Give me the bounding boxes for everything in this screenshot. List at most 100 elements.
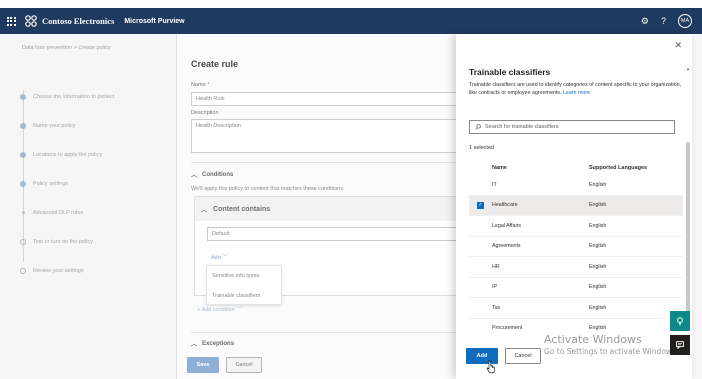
plus-icon: + — [197, 307, 201, 313]
table-row[interactable]: ✓ Healthcare English — [469, 195, 683, 216]
contoso-logo-icon — [25, 15, 37, 27]
cancel-button[interactable]: Cancel — [226, 357, 262, 373]
conditions-description: We'll apply this policy to content that … — [191, 186, 345, 192]
watermark-title: Activate Windows — [544, 333, 642, 346]
classifier-language: English — [589, 304, 607, 311]
table-row[interactable]: ✓AgreementsEnglish — [469, 237, 683, 257]
rule-name-field[interactable]: Health Rule — [191, 92, 461, 106]
step-label: Advanced DLP rules — [33, 209, 84, 216]
table-row[interactable]: ✓IPEnglish — [469, 278, 683, 298]
add-condition-label: Add condition — [201, 307, 235, 313]
product-name[interactable]: Microsoft Purview — [124, 18, 184, 25]
lightbulb-icon — [677, 316, 683, 325]
wizard-substep[interactable]: Advanced DLP rules — [20, 198, 180, 227]
row-checkbox-cell[interactable]: ✓ — [469, 201, 492, 209]
table-row[interactable]: ✓TaxEnglish — [469, 298, 683, 319]
app-launcher-icon[interactable] — [0, 8, 22, 34]
cancel-button[interactable]: Cancel — [505, 348, 541, 364]
name-label: Name * — [191, 82, 210, 88]
wizard-step[interactable]: Test or turn on the policy — [20, 227, 180, 256]
selected-count: 1 selected — [469, 145, 495, 151]
chevron-up-icon: ︿ — [191, 173, 198, 179]
classifier-language: English — [589, 284, 607, 291]
add-dropdown-button[interactable]: Add ﹀ — [211, 253, 228, 261]
help-assistant-button[interactable] — [670, 311, 690, 331]
classifier-name: IP — [492, 284, 498, 291]
menu-item-trainable-classifiers[interactable]: Trainable classifiers — [207, 286, 281, 306]
avatar[interactable]: MA — [678, 14, 692, 28]
divider — [191, 332, 457, 333]
table-row[interactable]: ✓ITEnglish — [469, 175, 683, 196]
org-name[interactable]: Contoso Electronics — [42, 16, 114, 26]
column-header-name[interactable]: Name — [492, 165, 589, 171]
wizard-steps: Choose the information to protect Name y… — [20, 82, 180, 285]
feedback-button[interactable] — [670, 335, 690, 355]
classifier-language: English — [589, 181, 607, 188]
classifier-language: English — [589, 222, 607, 229]
search-icon — [475, 124, 481, 130]
step-label: Test or turn on the policy — [33, 238, 93, 245]
column-header-languages[interactable]: Supported Languages — [589, 165, 683, 171]
description-label: Description — [191, 110, 219, 116]
classifier-name: Legal Affairs — [492, 222, 522, 229]
wizard-step[interactable]: Choose the information to protect — [20, 82, 180, 111]
scrollbar-thumb[interactable] — [686, 142, 690, 312]
step-label: Choose the information to protect — [33, 93, 115, 100]
classifier-name: HR — [492, 263, 500, 270]
content-contains-label: Content contains — [213, 205, 271, 213]
search-input[interactable]: Search for trainable classifiers — [469, 120, 675, 134]
wizard-step[interactable]: Locations to apply the policy — [20, 140, 180, 169]
save-button[interactable]: Save — [187, 357, 219, 373]
classifier-language: English — [589, 202, 607, 209]
add-label: Add — [211, 255, 221, 261]
learn-more-link[interactable]: Learn more — [563, 90, 590, 96]
search-placeholder: Search for trainable classifiers — [485, 124, 559, 130]
chevron-down-icon: ﹀ — [222, 255, 228, 261]
table-row[interactable]: ✓Legal AffairsEnglish — [469, 216, 683, 237]
step-todo-icon — [20, 238, 26, 245]
add-condition-button[interactable]: + Add condition ﹀ — [197, 305, 242, 313]
trainable-classifiers-panel: ✕ Trainable classifiers Trainable classi… — [456, 34, 692, 379]
classifiers-table: Name Supported Languages ✓ITEnglish✓Heal… — [469, 161, 683, 339]
watermark-subtitle: Go to Settings to activate Windows. — [544, 347, 679, 356]
activate-windows-watermark: Activate Windows Go to Settings to activ… — [544, 333, 678, 356]
step-label: Name your policy — [33, 122, 76, 129]
classifier-language: English — [589, 243, 607, 250]
wizard-step[interactable]: Name your policy — [20, 111, 180, 140]
group-name-input[interactable]: Default — [207, 227, 465, 241]
step-done-icon — [20, 151, 26, 158]
wizard-step[interactable]: Policy settings — [20, 169, 180, 198]
close-icon[interactable]: ✕ — [674, 40, 682, 51]
substep-icon — [21, 211, 25, 214]
help-icon[interactable]: ? — [661, 16, 666, 26]
classifier-name: Healthcare — [492, 202, 518, 209]
checkbox[interactable]: ✓ — [477, 201, 484, 209]
rule-description-field[interactable]: Health Description — [191, 119, 461, 153]
exceptions-header-label: Exceptions — [202, 340, 235, 347]
table-header: Name Supported Languages — [469, 161, 683, 175]
classifier-name: IT — [492, 181, 497, 188]
step-done-icon — [20, 122, 26, 129]
menu-item-sensitive-info-types[interactable]: Sensitive info types — [207, 266, 281, 286]
classifier-name: Tax — [492, 304, 501, 311]
scroll-up-icon[interactable]: ▲ — [686, 66, 690, 71]
settings-icon[interactable]: ⚙ — [641, 16, 649, 26]
top-navigation-bar: Contoso Electronics Microsoft Purview ⚙ … — [0, 8, 702, 34]
table-row[interactable]: ✓HREnglish — [469, 257, 683, 278]
breadcrumb[interactable]: Data loss prevention > Create policy — [22, 45, 111, 51]
mouse-pointer-icon — [486, 360, 495, 374]
chevron-down-icon: ﹀ — [236, 307, 242, 313]
step-label: Review your settings — [33, 267, 84, 274]
chevron-up-icon: ︿ — [201, 207, 208, 214]
panel-title: Create rule — [191, 59, 239, 69]
panel-title: Trainable classifiers — [469, 67, 551, 77]
conditions-section-header[interactable]: ︿ Conditions — [191, 170, 233, 180]
step-current-icon — [20, 180, 26, 187]
content-contains-header[interactable]: ︿ Content contains — [195, 197, 463, 221]
classifier-name: Procurement — [492, 325, 523, 332]
exceptions-section-header[interactable]: ︿ Exceptions — [191, 339, 235, 349]
create-rule-panel: Create rule Name * Health Rule Descripti… — [176, 34, 465, 379]
classifier-language: English — [589, 263, 607, 270]
add-dropdown-menu: Sensitive info types Trainable classifie… — [206, 265, 282, 305]
wizard-step[interactable]: Review your settings — [20, 256, 180, 285]
